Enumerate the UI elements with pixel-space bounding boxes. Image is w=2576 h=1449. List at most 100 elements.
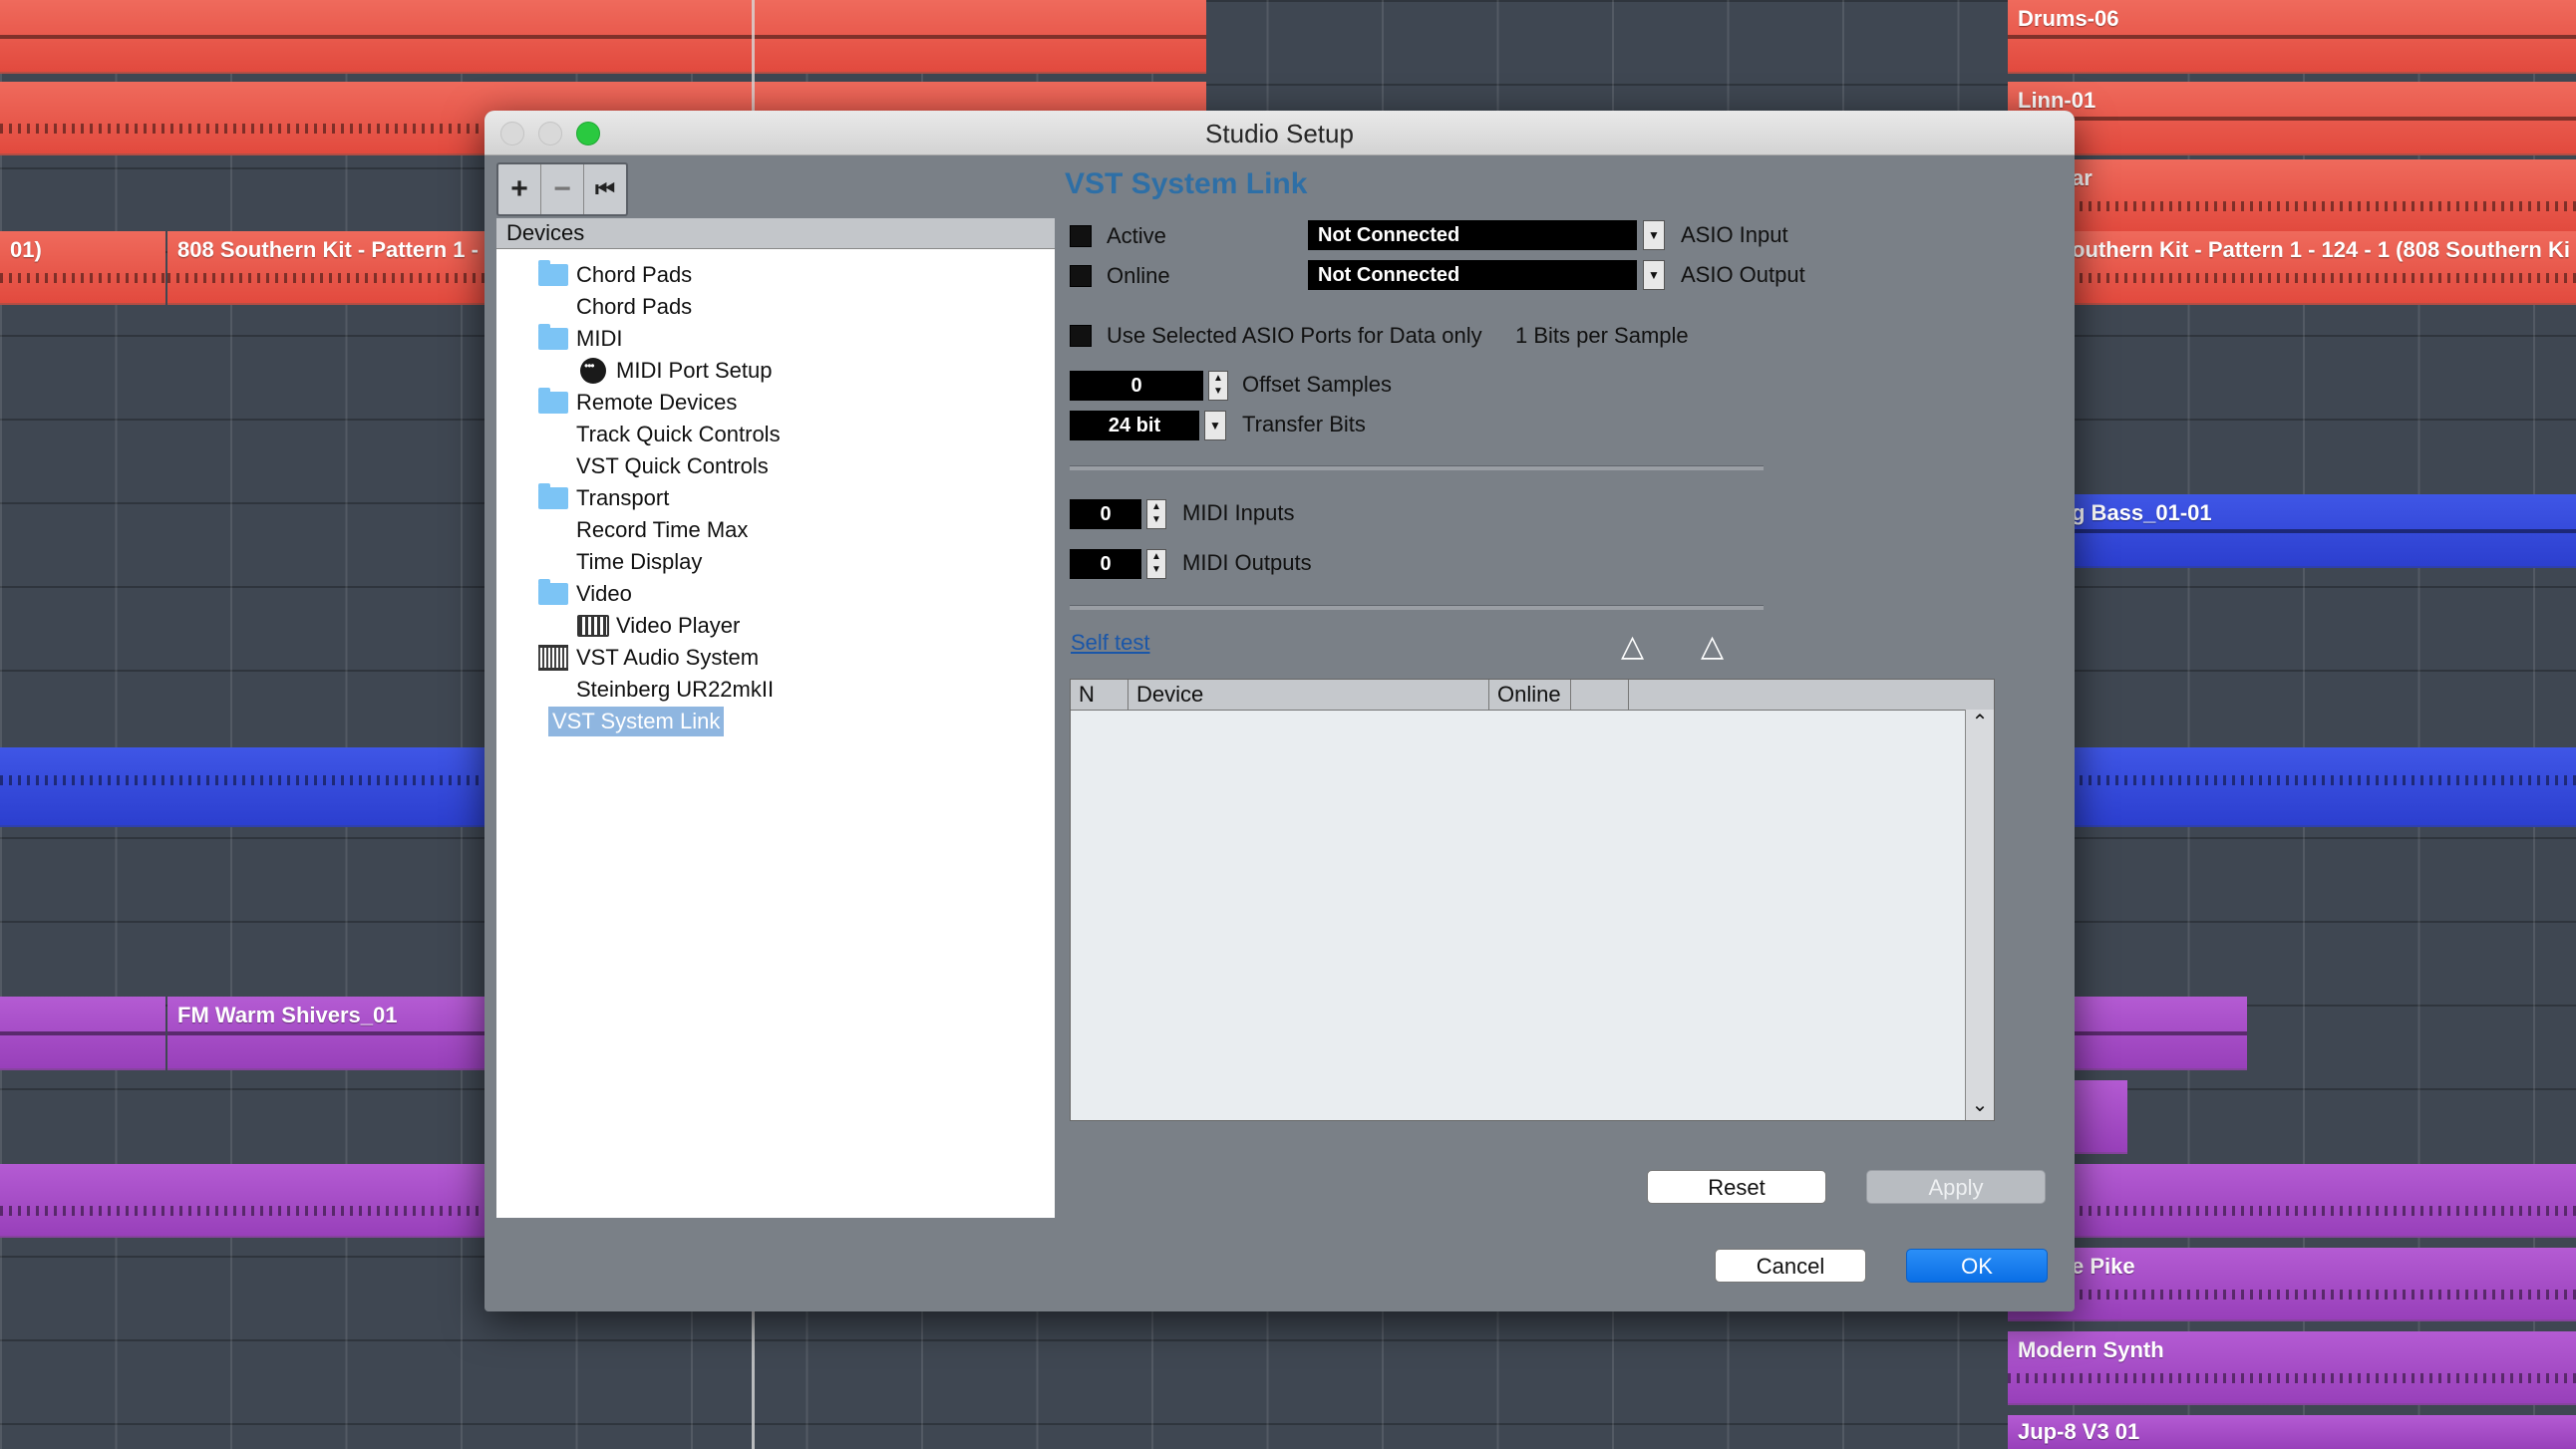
clip-name: Drums-06 — [2018, 6, 2119, 31]
clip-name: outhern Kit - Pattern 1 - 124 - 1 (808 S… — [2072, 237, 2570, 262]
tree-item-midi-port-setup[interactable]: MIDI Port Setup — [576, 356, 773, 386]
apply-button[interactable]: Apply — [1866, 1170, 2046, 1204]
clip[interactable] — [2008, 747, 2576, 827]
clip[interactable]: e Pike — [2008, 1248, 2576, 1321]
clip-name: g Bass_01-01 — [2072, 500, 2212, 525]
transfer-bits-select[interactable]: 24 bit — [1070, 411, 1199, 440]
tree-item-vst-system-link[interactable]: VST System Link — [548, 707, 725, 736]
chevron-down-icon[interactable]: ▼ — [1204, 411, 1226, 440]
midi-outputs-field[interactable]: 0 — [1070, 549, 1141, 579]
panel-title: VST System Link — [1065, 167, 1308, 200]
ok-button[interactable]: OK — [1906, 1249, 2048, 1283]
tree-item-label: Video Player — [616, 613, 741, 638]
audio-system-icon — [536, 645, 570, 671]
tree-item-track-quick-controls[interactable]: Track Quick Controls — [576, 420, 781, 449]
clip-name: e Pike — [2072, 1254, 2135, 1279]
clip-name: Modern Synth — [2018, 1337, 2164, 1362]
clip[interactable]: Jup-8 V3 01 — [2008, 1415, 2576, 1449]
reset-device-button[interactable]: ⏮ — [584, 164, 626, 214]
asio-input-select[interactable]: Not Connected — [1308, 220, 1637, 250]
tree-item-midi-folder[interactable]: MIDI — [536, 324, 622, 354]
table-header: N Device Online — [1071, 680, 1994, 711]
tree-item-steinberg-ur22mkii[interactable]: Steinberg UR22mkII — [576, 675, 774, 705]
tree-item-label: Track Quick Controls — [576, 422, 781, 446]
clip[interactable] — [2008, 1164, 2576, 1238]
offset-samples-field[interactable]: 0 — [1070, 371, 1203, 401]
midi-inputs-field[interactable]: 0 — [1070, 499, 1141, 529]
column-online[interactable]: Online — [1489, 680, 1571, 710]
cancel-button[interactable]: Cancel — [1715, 1249, 1866, 1283]
device-tree: Chord Pads Chord Pads MIDI MIDI Port Set… — [496, 249, 1055, 1218]
midi-outputs-label: MIDI Outputs — [1182, 550, 1312, 575]
clip[interactable]: outhern Kit - Pattern 1 - 124 - 1 (808 S… — [2008, 231, 2576, 305]
tree-item-label: Video — [576, 581, 632, 606]
tree-item-transport-folder[interactable]: Transport — [536, 483, 669, 513]
column-n[interactable]: N — [1071, 680, 1128, 710]
transfer-bits-label: Transfer Bits — [1242, 412, 1366, 436]
active-checkbox[interactable] — [1070, 225, 1092, 247]
asio-output-label: ASIO Output — [1681, 262, 1805, 287]
use-selected-ports-checkbox[interactable] — [1070, 325, 1092, 347]
title-bar[interactable]: Studio Setup — [484, 111, 2075, 155]
bits-per-sample-label: 1 Bits per Sample — [1515, 323, 1689, 348]
tree-item-label: VST System Link — [552, 709, 721, 733]
tree-item-chord-pads-folder[interactable]: Chord Pads — [536, 260, 692, 290]
divider — [1070, 465, 1764, 470]
clip[interactable] — [0, 747, 484, 827]
remove-device-button[interactable]: − — [541, 164, 584, 214]
clip[interactable]: FM Warm Shivers_01 — [167, 997, 484, 1070]
tree-item-vst-audio-system[interactable]: VST Audio System — [536, 643, 759, 673]
clip[interactable]: Modern Synth — [2008, 1331, 2576, 1405]
tree-item-label: Chord Pads — [576, 262, 693, 287]
system-link-table: N Device Online ⌃ ⌄ — [1070, 679, 1995, 1121]
tree-item-label: VST Audio System — [576, 645, 760, 670]
folder-icon — [536, 260, 570, 288]
folder-icon — [536, 388, 570, 416]
online-checkbox[interactable] — [1070, 265, 1092, 287]
chevron-down-icon[interactable]: ▼ — [1643, 220, 1665, 250]
tree-item-vst-quick-controls[interactable]: VST Quick Controls — [576, 451, 769, 481]
tree-item-label: Time Display — [576, 549, 703, 574]
clip-name: 01) — [10, 237, 42, 262]
tree-item-label: Remote Devices — [576, 390, 738, 415]
clip[interactable]: g Bass_01-01 — [2008, 494, 2576, 568]
add-device-button[interactable]: + — [498, 164, 541, 214]
clip[interactable]: ar — [2008, 159, 2576, 233]
asio-input-label: ASIO Input — [1681, 222, 1788, 247]
tree-item-label: Chord Pads — [576, 294, 693, 319]
clip[interactable]: Drums-06 — [2008, 0, 2576, 74]
clip[interactable] — [0, 0, 1206, 74]
clip[interactable]: 01) — [0, 231, 165, 305]
tree-item-chord-pads[interactable]: Chord Pads — [576, 292, 692, 322]
table-scrollbar[interactable]: ⌃ ⌄ — [1965, 710, 1994, 1120]
clip[interactable]: 808 Southern Kit - Pattern 1 - — [167, 231, 484, 305]
warning-triangle-icon: △ — [1621, 630, 1645, 663]
tree-item-time-display[interactable]: Time Display — [576, 547, 702, 577]
offset-samples-label: Offset Samples — [1242, 372, 1392, 397]
midi-inputs-label: MIDI Inputs — [1182, 500, 1295, 525]
scroll-up-icon[interactable]: ⌃ — [1966, 710, 1994, 737]
column-device[interactable]: Device — [1128, 680, 1489, 710]
tree-item-video-player[interactable]: Video Player — [576, 611, 740, 641]
clip-name: 808 Southern Kit - Pattern 1 - — [177, 237, 479, 262]
asio-output-select[interactable]: Not Connected — [1308, 260, 1637, 290]
clip[interactable] — [0, 1164, 484, 1238]
use-selected-ports-label: Use Selected ASIO Ports for Data only — [1107, 323, 1482, 348]
divider — [1070, 605, 1764, 610]
reset-button[interactable]: Reset — [1647, 1170, 1826, 1204]
clip[interactable] — [0, 997, 165, 1070]
scroll-down-icon[interactable]: ⌄ — [1966, 1092, 1994, 1120]
tree-item-record-time-max[interactable]: Record Time Max — [576, 515, 748, 545]
tree-item-label: Steinberg UR22mkII — [576, 677, 775, 702]
clip[interactable]: Linn-01 — [2008, 82, 2576, 155]
chevron-down-icon[interactable]: ▼ — [1643, 260, 1665, 290]
column-extra[interactable] — [1571, 680, 1629, 710]
folder-icon — [536, 579, 570, 607]
tree-item-video-folder[interactable]: Video — [536, 579, 632, 609]
clip-name: FM Warm Shivers_01 — [177, 1003, 398, 1027]
offset-samples-stepper[interactable]: ▲ ▼ — [1208, 371, 1228, 401]
tree-item-remote-devices-folder[interactable]: Remote Devices — [536, 388, 737, 418]
midi-outputs-stepper[interactable]: ▲ ▼ — [1146, 549, 1166, 579]
self-test-link[interactable]: Self test — [1071, 630, 1149, 656]
midi-inputs-stepper[interactable]: ▲ ▼ — [1146, 499, 1166, 529]
